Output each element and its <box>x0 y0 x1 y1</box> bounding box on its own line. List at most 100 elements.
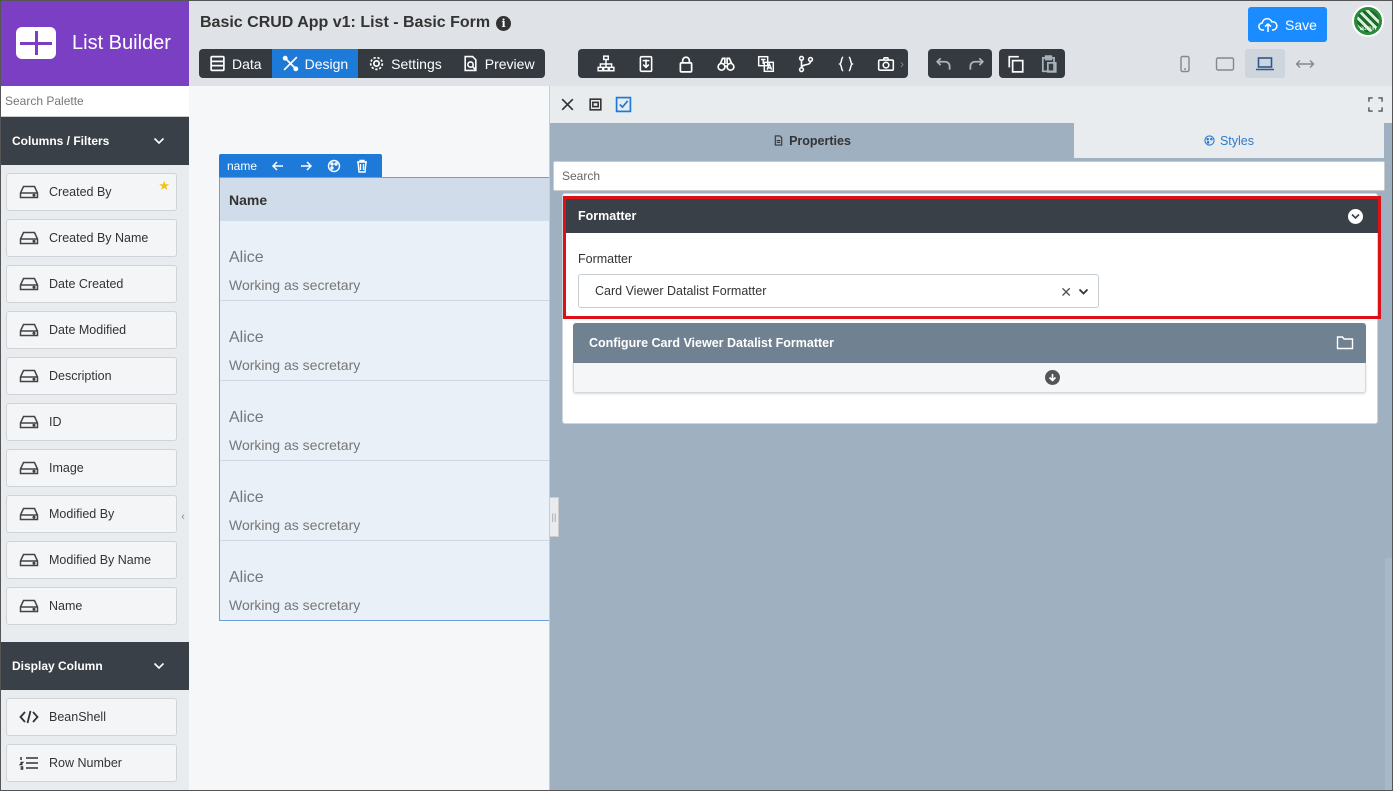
drive-icon <box>19 323 39 337</box>
palette-item-image[interactable]: Image <box>6 449 177 487</box>
binoculars-button[interactable] <box>706 49 746 78</box>
device-phone[interactable] <box>1165 49 1205 78</box>
palette-item-created-by-name[interactable]: Created By Name <box>6 219 177 257</box>
header: Basic CRUD App v1: List - Basic Form i D… <box>189 0 1393 86</box>
save-label: Save <box>1285 16 1317 33</box>
braces-icon <box>838 56 854 71</box>
columns-filters-section[interactable]: Columns / Filters <box>0 117 189 165</box>
column-toolbar: name <box>219 154 382 177</box>
copy-icon[interactable] <box>1007 55 1025 73</box>
cloud-upload-icon <box>1258 17 1278 32</box>
chevron-down-icon <box>153 137 165 145</box>
undo-icon[interactable] <box>935 55 953 73</box>
resize-handle[interactable]: || <box>549 497 559 537</box>
preview-icon <box>464 55 477 72</box>
palette-item-date-modified[interactable]: Date Modified <box>6 311 177 349</box>
camera-icon <box>877 56 895 71</box>
card-name: Alice <box>229 409 264 426</box>
branch-icon <box>798 55 814 72</box>
info-icon[interactable]: i <box>496 15 512 31</box>
palette-item-description[interactable]: Description <box>6 357 177 395</box>
branch-button[interactable] <box>786 49 826 78</box>
tab-data[interactable]: Data <box>199 49 272 78</box>
gear-icon <box>369 56 384 71</box>
palette-item-label: ID <box>49 415 62 429</box>
drive-icon <box>19 553 39 567</box>
arrow-down-circle-icon[interactable] <box>1045 370 1060 385</box>
save-button[interactable]: Save <box>1248 7 1327 42</box>
translate-button[interactable] <box>746 49 786 78</box>
columns-filters-title: Columns / Filters <box>12 134 110 148</box>
drive-icon <box>19 277 39 291</box>
window-icon[interactable] <box>587 96 604 113</box>
chevron-right-icon[interactable]: › <box>900 57 904 71</box>
expand-width-icon <box>1295 59 1315 68</box>
drive-icon <box>19 461 39 475</box>
code-icon <box>19 710 39 724</box>
palette-item-modified-by-name[interactable]: Modified By Name <box>6 541 177 579</box>
export-button[interactable] <box>626 49 666 78</box>
mode-tabs: Data Design Settings Preview <box>199 49 545 78</box>
avatar[interactable]: admin <box>1352 5 1384 37</box>
tree-button[interactable] <box>586 49 626 78</box>
palette-item-name[interactable]: Name <box>6 587 177 625</box>
redo-icon[interactable] <box>967 55 985 73</box>
checkbox-checked-icon[interactable] <box>615 96 632 113</box>
lock-icon <box>679 55 693 73</box>
configure-formatter-header[interactable]: Configure Card Viewer Datalist Formatter <box>573 323 1366 363</box>
column-header: Name <box>220 178 549 221</box>
folder-icon[interactable] <box>1336 335 1354 350</box>
arrow-left-icon[interactable] <box>271 159 285 173</box>
lock-button[interactable] <box>666 49 706 78</box>
binoculars-icon <box>717 57 735 71</box>
app-title-text: Basic CRUD App v1: List - Basic Form <box>200 14 491 31</box>
tab-properties[interactable]: Properties <box>550 123 1074 158</box>
palette-search-input[interactable] <box>0 86 189 117</box>
palette-item-date-created[interactable]: Date Created <box>6 265 177 303</box>
palette-item-beanshell[interactable]: BeanShell <box>6 698 177 736</box>
device-tablet[interactable] <box>1205 49 1245 78</box>
tab-settings[interactable]: Settings <box>358 49 452 78</box>
palette-item-label: Image <box>49 461 84 475</box>
arrow-right-icon[interactable] <box>299 159 313 173</box>
device-full-width[interactable] <box>1285 49 1325 78</box>
palette-item-modified-by[interactable]: Modified By <box>6 495 177 533</box>
scrollbar[interactable] <box>1385 158 1393 791</box>
tab-design[interactable]: Design <box>271 49 359 78</box>
palette-item-label: Date Created <box>49 277 124 291</box>
display-column-section[interactable]: Display Column <box>0 642 189 690</box>
scrollbar-thumb[interactable] <box>1385 558 1393 791</box>
tab-preview[interactable]: Preview <box>452 49 545 78</box>
numbered-list-icon <box>19 757 38 770</box>
palette-item-id[interactable]: ID <box>6 403 177 441</box>
device-switcher <box>1165 49 1325 78</box>
collapse-palette-handle[interactable]: ‹ <box>177 497 189 537</box>
paste-icon[interactable] <box>1040 54 1058 73</box>
tablet-icon <box>1215 56 1235 71</box>
palette-item-row-number[interactable]: Row Number <box>6 744 177 782</box>
device-laptop[interactable] <box>1245 49 1285 78</box>
card-name: Alice <box>229 329 264 346</box>
list-item: Alice Working as secretary <box>220 461 549 541</box>
card-description: Working as secretary <box>229 437 361 453</box>
palette-icon[interactable] <box>327 159 341 173</box>
close-icon[interactable] <box>559 96 576 113</box>
code-button[interactable] <box>826 49 866 78</box>
card-description: Working as secretary <box>229 277 361 293</box>
name-column[interactable]: Name Alice Working as secretary Alice Wo… <box>219 177 549 621</box>
palette-item-created-by[interactable]: Created By ★ <box>6 173 177 211</box>
tab-styles[interactable]: Styles <box>1074 123 1384 158</box>
properties-search-input[interactable] <box>553 161 1385 191</box>
card-name: Alice <box>229 569 264 586</box>
copy-paste-group <box>999 49 1065 78</box>
tab-settings-label: Settings <box>391 55 442 72</box>
palette-icon <box>1204 135 1215 146</box>
brand-title: List Builder <box>72 31 171 54</box>
column-toolbar-label: name <box>227 158 258 173</box>
drive-icon <box>19 507 39 521</box>
trash-icon[interactable] <box>355 159 369 173</box>
tab-styles-label: Styles <box>1219 133 1255 148</box>
fullscreen-icon[interactable] <box>1368 97 1383 112</box>
chevron-down-icon <box>153 662 165 670</box>
list-item: Alice Working as secretary <box>220 301 549 381</box>
